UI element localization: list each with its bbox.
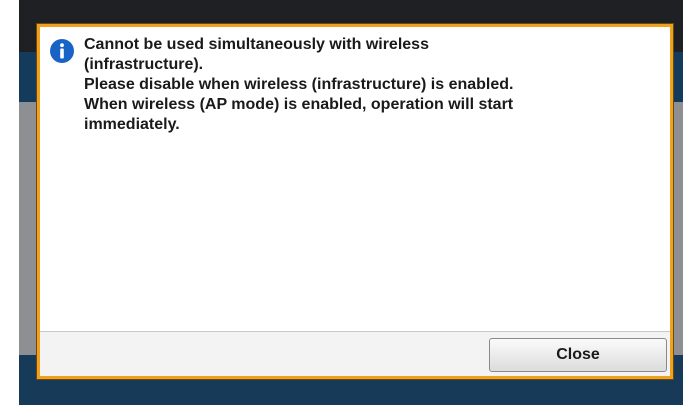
close-button[interactable]: Close xyxy=(489,338,667,372)
message-line: When wireless (AP mode) is enabled, oper… xyxy=(84,96,514,113)
info-icon xyxy=(50,39,74,63)
message-line: Cannot be used simultaneously with wirel… xyxy=(84,36,429,53)
message-line: immediately. xyxy=(84,116,180,133)
dialog-footer: Close xyxy=(40,331,670,376)
dialog-message: Cannot be used simultaneously with wirel… xyxy=(84,35,654,135)
message-line: (infrastructure). xyxy=(84,56,204,73)
message-line: Please disable when wireless (infrastruc… xyxy=(84,76,514,93)
info-dialog: Cannot be used simultaneously with wirel… xyxy=(37,24,673,379)
